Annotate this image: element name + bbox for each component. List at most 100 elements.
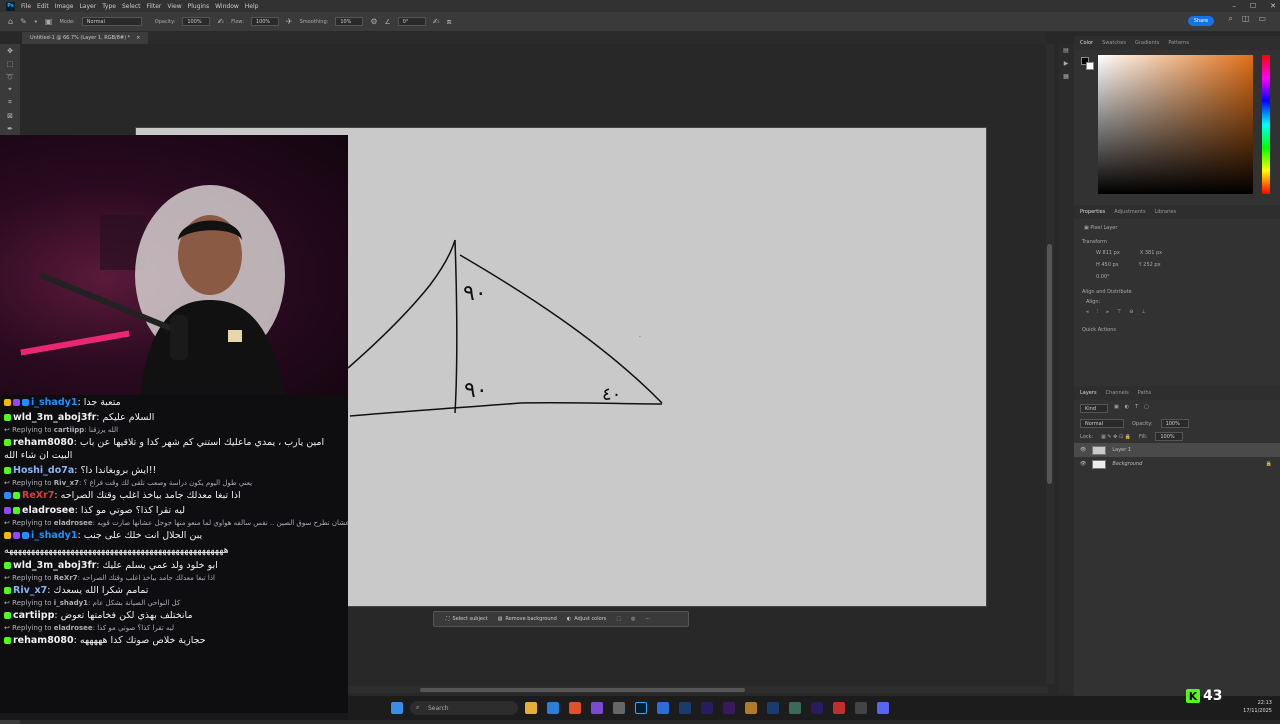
hue-slider[interactable] [1262,55,1270,194]
visibility-eye-icon[interactable]: 👁 [1080,461,1086,467]
maximize-icon[interactable]: ☐ [1250,2,1256,10]
menu-filter[interactable]: Filter [147,3,162,10]
chat-username[interactable]: reham8080 [13,437,74,448]
angle-field[interactable]: 0.00° [1074,271,1280,283]
tab-patterns[interactable]: Patterns [1168,40,1189,46]
menu-edit[interactable]: Edit [37,3,49,10]
learn-icon[interactable]: ◫ [1242,14,1250,24]
remove-background-button[interactable]: ▨ Remove background [498,616,557,622]
filter-adjust-icon[interactable]: ◐ [1125,404,1129,413]
eyedropper-tool-icon[interactable]: ✒ [0,122,20,135]
align-center-icon[interactable]: ⫶ [1097,309,1098,315]
menu-window[interactable]: Window [215,3,239,10]
blend-mode-select[interactable]: Normal [1080,419,1124,428]
share-button[interactable]: Share [1188,16,1214,26]
tab-adjustments[interactable]: Adjustments [1114,209,1145,215]
marquee-tool-icon[interactable]: ⬚ [0,57,20,70]
lasso-tool-icon[interactable]: ➰ [0,70,20,83]
object-select-tool-icon[interactable]: ⌖ [0,83,20,96]
lock-icons[interactable]: ▦ ✎ ✥ ⊡ 🔒 [1101,434,1131,440]
taskbar-clock[interactable]: 22:13 17/11/2025 [1243,699,1272,715]
document-tab[interactable]: Untitled-1 @ 66.7% (Layer 1, RGB/8#) * × [22,32,149,44]
more-icon[interactable]: ⋯ [645,616,650,622]
premiere-icon[interactable] [811,702,823,714]
adjust-colors-button[interactable]: ◐ Adjust colors [567,616,607,622]
tab-properties[interactable]: Properties [1080,209,1105,215]
tab-color[interactable]: Color [1080,40,1093,46]
align-left-icon[interactable]: ⫷ [1086,309,1089,315]
chat-username[interactable]: ReXr7 [22,490,54,501]
search-icon[interactable]: ⌕ [1228,14,1232,24]
menu-view[interactable]: View [167,3,181,10]
layer-row-layer-1[interactable]: 👁 Layer 1 [1074,443,1280,457]
layer-opacity-input[interactable]: 100% [1160,419,1189,428]
chat-username[interactable]: Riv_x7 [13,585,47,596]
chat-username[interactable]: cartiipp [13,610,54,621]
pressure-size-icon[interactable]: ✍ [433,17,440,26]
y-field[interactable]: Y 252 px [1139,262,1161,268]
menu-type[interactable]: Type [102,3,116,10]
angle-input[interactable]: 0° [397,17,426,26]
app-icon-16[interactable] [855,702,867,714]
pressure-opacity-icon[interactable]: ✍ [217,17,224,26]
align-top-icon[interactable]: ⊤ [1117,309,1121,315]
symmetry-icon[interactable]: ⧈ [446,17,451,27]
chat-username[interactable]: i_shady1 [31,530,77,541]
reply-target-user[interactable]: ReXr7 [54,574,78,582]
minimize-icon[interactable]: – [1232,2,1236,10]
app-icon-5[interactable] [613,702,625,714]
filter-shape-icon[interactable]: ▢ [1144,404,1149,413]
mode-select[interactable]: Normal [81,17,142,26]
file-explorer-icon[interactable] [525,702,537,714]
taskbar-search[interactable]: ⌕ Search [410,701,518,715]
filter-type-icon[interactable]: T [1135,404,1138,413]
horizontal-scroll-thumb[interactable] [420,688,745,692]
chat-input-bar[interactable] [0,713,348,720]
reply-target-user[interactable]: Riv_x7 [54,479,79,487]
home-icon[interactable]: ⌂ [8,17,13,26]
audition-icon[interactable] [679,702,691,714]
menu-image[interactable]: Image [55,3,74,10]
chat-username[interactable]: Hoshi_do7a [13,465,74,476]
chat-username[interactable]: reham8080 [13,635,74,646]
menu-file[interactable]: File [21,3,31,10]
chat-username[interactable]: wld_3m_aboj3fr [13,412,96,423]
opacity-input[interactable]: 100% [182,17,211,26]
height-field[interactable]: H 450 px [1096,262,1119,268]
close-icon[interactable]: ✕ [1270,2,1276,10]
fill-input[interactable]: 100% [1155,432,1184,441]
discord-icon[interactable] [877,702,889,714]
after-effects-icon[interactable] [701,702,713,714]
app-icon-11[interactable] [745,702,757,714]
app-icon-15[interactable] [833,702,845,714]
tab-libraries[interactable]: Libraries [1155,209,1177,215]
align-middle-icon[interactable]: ⊖ [1129,309,1133,315]
brush-settings-icon[interactable]: ▣ [45,17,53,26]
play-icon[interactable]: ▶ [1058,57,1074,70]
width-field[interactable]: W 811 px [1096,250,1120,256]
visual-studio-icon[interactable] [591,702,603,714]
move-tool-icon[interactable]: ✥ [0,44,20,57]
brush-size-icon[interactable]: • [34,18,38,26]
color-picker-field[interactable] [1098,55,1253,194]
x-field[interactable]: X 381 px [1140,250,1162,256]
app-icon-7[interactable] [657,702,669,714]
smoothing-input[interactable]: 10% [335,17,364,26]
chat-username[interactable]: eladrosee [22,505,75,516]
start-icon[interactable] [391,702,403,714]
menu-help[interactable]: Help [245,3,259,10]
smoothing-settings-icon[interactable]: ⚙ [370,17,377,26]
layer-row-background[interactable]: 👁 Background 🔒 [1074,457,1280,471]
tab-channels[interactable]: Channels [1106,390,1129,396]
reply-target-user[interactable]: eladrosee [54,624,93,632]
vertical-scroll-thumb[interactable] [1047,244,1052,484]
close-tab-icon[interactable]: × [136,35,140,41]
vscode-icon[interactable] [547,702,559,714]
menu-layer[interactable]: Layer [79,3,96,10]
transform-icon[interactable]: ⬚ [616,616,621,622]
brush-tool-icon[interactable]: ✎ [20,17,27,26]
brave-browser-icon[interactable] [569,702,581,714]
filter-pixel-icon[interactable]: ▣ [1114,404,1119,413]
align-right-icon[interactable]: ⫸ [1106,309,1109,315]
app-icon-13[interactable] [789,702,801,714]
